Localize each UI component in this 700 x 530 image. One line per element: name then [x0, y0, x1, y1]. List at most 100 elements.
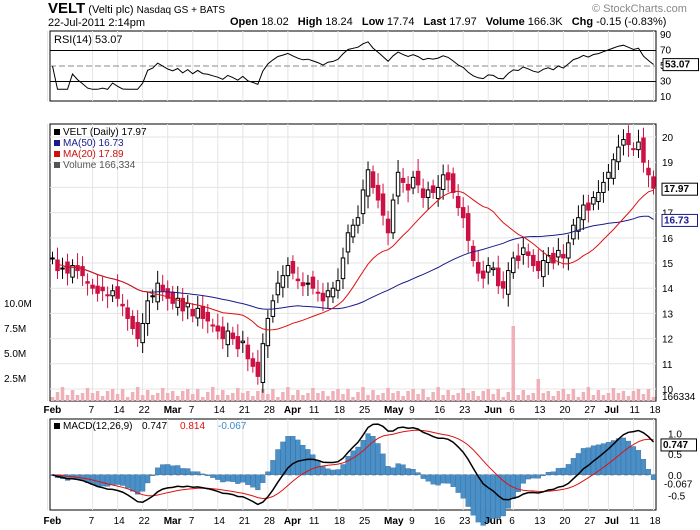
x-axis-label-lower: Feb: [44, 516, 62, 527]
candle: [370, 171, 376, 188]
volume-bar: [80, 393, 85, 401]
volume-bar: [110, 389, 115, 401]
volume-bar: [135, 387, 140, 401]
volume-current-label: 166334: [662, 392, 696, 403]
volume-bar: [271, 389, 275, 401]
candle: [405, 183, 411, 191]
macd-histogram-bar: [420, 474, 426, 479]
x-axis-label-lower: 16: [434, 516, 446, 527]
volume-bar: [476, 396, 480, 401]
candle: [95, 285, 100, 294]
candle: [255, 361, 261, 377]
price-axis-label: 20: [662, 133, 674, 144]
volume-bar: [376, 395, 380, 401]
macd-histogram-bar: [470, 474, 476, 516]
x-axis-label-upper: 18: [334, 405, 346, 416]
volume-bar: [145, 390, 150, 401]
price-axis-label: 14: [662, 284, 674, 295]
candle: [450, 173, 456, 193]
macd-histogram-bar: [170, 465, 176, 475]
volume-bar: [60, 387, 65, 401]
rsi-axis-label: 10: [660, 92, 672, 103]
macd-histogram-bar: [245, 474, 251, 485]
macd-histogram-bar: [380, 453, 386, 475]
candle: [125, 307, 130, 319]
x-axis-label-lower: 14: [214, 516, 226, 527]
volume-bar: [556, 391, 561, 401]
volume-bar: [326, 396, 330, 401]
volume-bar: [95, 391, 100, 401]
volume-bar: [281, 392, 285, 401]
volume-bar: [221, 390, 225, 401]
macd-legend-value: 0.814: [180, 421, 205, 432]
x-axis-label-upper: Apr: [284, 405, 301, 416]
volume-bar: [451, 395, 455, 401]
macd-histogram-bar: [585, 447, 591, 475]
volume-bar: [206, 392, 210, 401]
x-axis-label-lower: 11: [629, 516, 640, 527]
macd-histogram-bar: [125, 474, 131, 489]
volume-bar: [611, 388, 616, 401]
macd-histogram-bar: [650, 474, 657, 480]
macd-histogram-bar: [295, 439, 301, 475]
x-axis-label-lower: May: [384, 516, 404, 527]
volume-bar: [491, 394, 495, 401]
candle: [616, 146, 621, 163]
price-legend-entry: MA(20) 17.89: [63, 149, 124, 160]
macd-histogram-bar: [635, 450, 642, 475]
macd-histogram-bar: [560, 467, 566, 475]
macd-histogram-bar: [350, 450, 356, 475]
volume-bar: [536, 379, 541, 401]
volume-bar: [466, 393, 470, 401]
macd-histogram-bar: [360, 440, 366, 475]
volume-bar: [170, 391, 175, 401]
candle: [380, 193, 386, 216]
candle: [536, 261, 541, 272]
candle: [60, 267, 65, 270]
macd-histogram-bar: [335, 469, 341, 475]
candle: [621, 139, 626, 146]
x-axis-label-lower: 6: [509, 516, 515, 527]
price-axis-label: 16: [662, 234, 674, 245]
macd-current-label: 0.747: [663, 440, 688, 451]
macd-histogram-bar: [405, 468, 411, 475]
macd-histogram-bar: [400, 464, 406, 475]
volume-bar: [236, 388, 240, 401]
volume-bar: [381, 393, 385, 401]
candle: [581, 204, 586, 221]
x-axis-label-upper: 7: [89, 405, 95, 416]
volume-bar: [516, 395, 521, 401]
macd-histogram-bar: [640, 459, 647, 475]
candle: [355, 217, 361, 226]
macd-histogram-bar: [460, 474, 466, 499]
candle: [160, 284, 165, 292]
x-axis-label-lower: 11: [309, 516, 320, 527]
volume-bar: [456, 393, 460, 401]
volume-bar: [551, 396, 556, 401]
candle: [320, 292, 326, 302]
candle: [475, 262, 481, 274]
macd-histogram-bar: [150, 474, 156, 476]
macd-histogram-bar: [565, 464, 571, 475]
x-axis-label-upper: 22: [139, 405, 151, 416]
x-axis-label-lower: 25: [359, 516, 371, 527]
x-axis-label-lower: 20: [559, 516, 571, 527]
candle: [490, 267, 496, 271]
rsi-axis-label: 70: [660, 45, 672, 56]
volume-bar: [616, 393, 621, 401]
candle: [235, 336, 241, 350]
macd-histogram-bar: [570, 458, 576, 475]
macd-histogram-bar: [115, 474, 121, 485]
volume-bar: [651, 397, 656, 401]
x-axis-label-upper: Jul: [604, 405, 619, 416]
macd-histogram-bar: [200, 473, 206, 476]
candle: [245, 344, 251, 360]
macd-histogram-bar: [140, 474, 146, 492]
candle: [120, 303, 125, 307]
volume-bar: [341, 394, 345, 401]
volume-bar: [391, 393, 395, 401]
volume-bar: [641, 394, 646, 401]
candle: [350, 224, 356, 238]
volume-bar: [246, 391, 250, 401]
candle: [310, 276, 316, 289]
